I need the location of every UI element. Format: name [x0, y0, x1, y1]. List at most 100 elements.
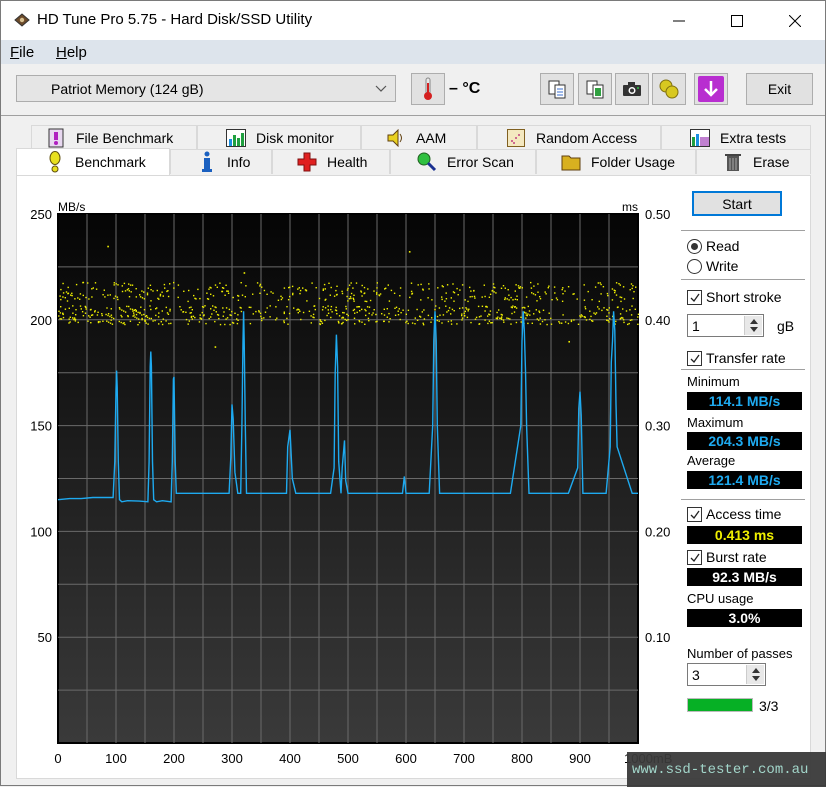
access-time-point	[386, 316, 388, 318]
access-time-point	[215, 306, 217, 309]
access-time-point	[611, 288, 614, 290]
access-time-point	[456, 323, 458, 325]
start-button[interactable]: Start	[692, 191, 782, 216]
access-time-point	[539, 317, 541, 319]
access-time-point	[601, 309, 603, 312]
access-time-point	[68, 307, 70, 309]
access-time-point	[411, 322, 414, 324]
access-time-point	[75, 283, 78, 286]
close-button[interactable]	[766, 1, 824, 40]
access-time-point	[121, 316, 123, 318]
transfer-rate-checkbox[interactable]: Transfer rate	[687, 350, 786, 366]
access-time-point	[464, 310, 466, 313]
access-time-point	[490, 322, 492, 324]
maximize-button[interactable]	[708, 1, 766, 40]
access-time-point	[120, 314, 122, 317]
access-time-point	[205, 322, 207, 325]
stepper-arrows[interactable]	[744, 316, 762, 335]
access-time-point	[379, 293, 382, 295]
access-time-point	[146, 316, 149, 319]
access-time-point	[399, 295, 401, 297]
access-time-point	[475, 316, 478, 319]
access-time-point	[447, 309, 450, 312]
burst-rate-checkbox[interactable]: Burst rate	[687, 549, 767, 565]
access-time-point	[515, 307, 518, 309]
access-time-point	[236, 322, 239, 325]
tab-extra-tests[interactable]: Extra tests	[661, 125, 811, 150]
access-time-point	[277, 299, 280, 301]
access-time-point	[447, 320, 450, 323]
access-time-point	[622, 308, 624, 310]
access-time-point	[127, 315, 129, 318]
access-time-point	[106, 307, 108, 309]
access-time-point	[363, 286, 366, 289]
access-time-point	[225, 284, 227, 286]
access-time-point	[207, 298, 210, 300]
stepper-arrows[interactable]	[746, 665, 764, 684]
access-time-point	[102, 320, 104, 322]
access-time-point	[111, 323, 114, 325]
short-stroke-size-stepper[interactable]: 1	[687, 314, 764, 337]
access-time-point	[373, 290, 375, 292]
tab-erase[interactable]: Erase	[696, 149, 811, 174]
access-time-point	[164, 287, 166, 289]
access-time-point	[64, 308, 67, 310]
access-time-point	[567, 286, 570, 288]
access-time-point	[609, 318, 611, 320]
access-time-point	[104, 296, 106, 298]
access-time-point	[473, 295, 476, 298]
access-time-point	[156, 289, 158, 292]
access-time-point	[614, 291, 616, 294]
access-time-point	[550, 317, 552, 320]
access-time-point	[210, 293, 212, 295]
access-time-point	[506, 298, 508, 300]
access-time-point	[446, 284, 449, 286]
access-time-point	[128, 290, 130, 292]
write-radio[interactable]: Write	[687, 258, 738, 274]
access-time-point	[491, 322, 493, 324]
access-time-point	[194, 316, 196, 319]
access-time-checkbox[interactable]: Access time	[687, 506, 781, 522]
access-time-point	[461, 317, 464, 319]
passes-stepper[interactable]: 3	[687, 663, 766, 686]
access-time-point	[328, 282, 330, 284]
access-time-point	[167, 313, 170, 315]
short-stroke-checkbox[interactable]: Short stroke	[687, 289, 781, 305]
access-time-point	[214, 284, 217, 286]
read-radio[interactable]: Read	[687, 238, 739, 254]
access-time-point	[452, 291, 455, 293]
access-time-point	[534, 294, 537, 296]
save-button[interactable]	[694, 73, 728, 105]
access-time-point	[107, 294, 109, 296]
access-time-point	[467, 310, 469, 312]
access-time-point	[468, 308, 470, 310]
access-time-point	[121, 285, 123, 287]
access-time-point	[398, 308, 400, 310]
x-tick-label: 600	[395, 751, 417, 766]
access-time-point	[222, 287, 225, 289]
access-time-point	[306, 300, 308, 302]
access-time-point	[364, 292, 366, 294]
checkmark-icon	[690, 510, 700, 519]
access-time-point	[87, 282, 89, 284]
access-time-point	[180, 309, 182, 311]
y-tick-label: 50	[38, 630, 52, 645]
access-time-point	[148, 317, 151, 320]
tab-benchmark[interactable]: Benchmark	[16, 148, 170, 175]
exit-button[interactable]: Exit	[746, 73, 813, 105]
access-time-point	[107, 245, 109, 248]
access-time-point	[484, 319, 486, 321]
maximum-label: Maximum	[687, 415, 744, 430]
access-time-point	[608, 312, 610, 314]
access-time-point	[511, 306, 513, 309]
access-time-point	[118, 320, 120, 323]
access-time-point	[198, 321, 201, 323]
access-time-point	[138, 318, 140, 320]
access-time-point	[471, 295, 473, 298]
access-time-point	[459, 307, 461, 310]
access-time-point	[291, 285, 294, 288]
access-time-point	[227, 292, 230, 294]
access-time-point	[630, 314, 633, 316]
access-time-point	[133, 312, 135, 314]
access-time-point	[347, 287, 349, 290]
